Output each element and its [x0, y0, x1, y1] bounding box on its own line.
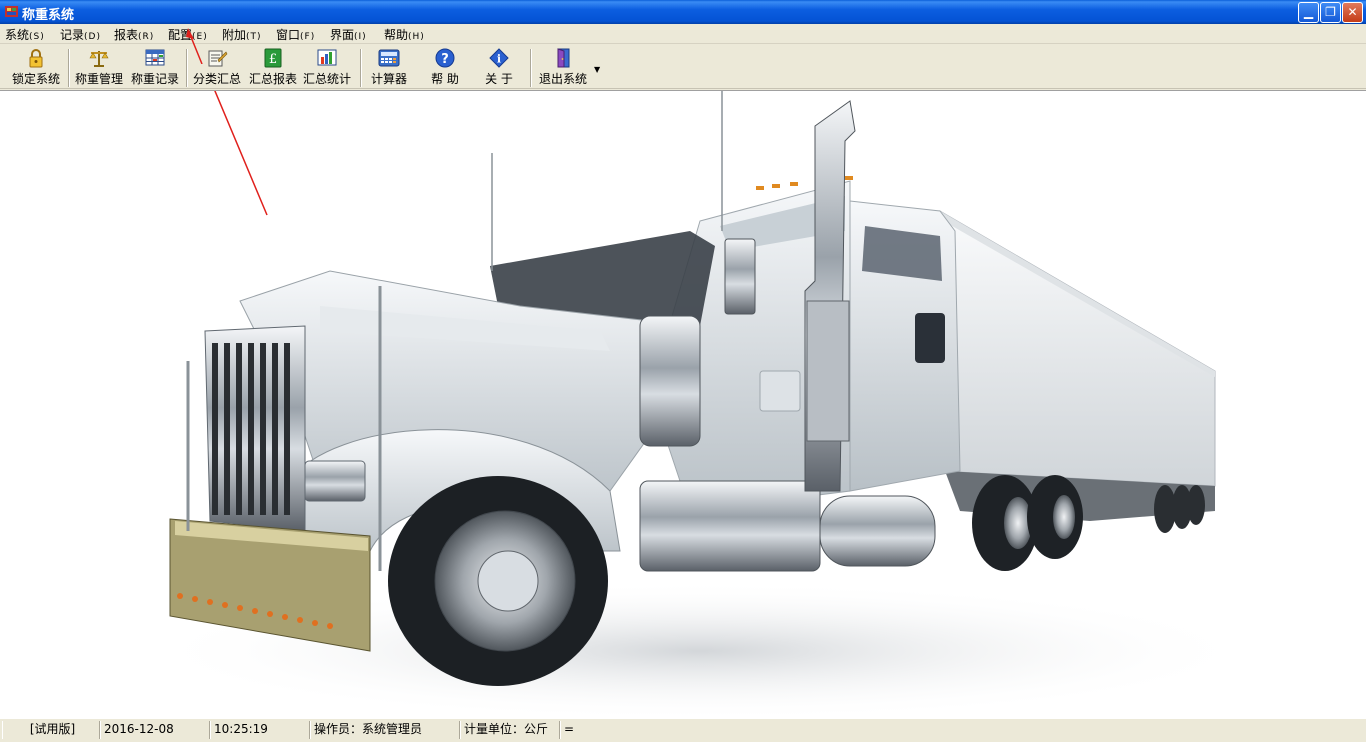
status-bar: [试用版] 2016-12-08 10:25:19 操作员：系统管理员 计量单位…	[0, 718, 1366, 742]
menu-label: 帮助	[384, 28, 409, 42]
menu-system[interactable]: 系统(S)	[5, 26, 45, 43]
menu-label: 系统	[5, 28, 30, 42]
toolbar-label: 帮 助	[431, 72, 459, 86]
calculator-icon	[378, 49, 400, 67]
status-unit: 计量单位：公斤	[460, 721, 560, 739]
menu-label: 界面	[330, 28, 355, 42]
toolbar-label: 汇总统计	[302, 72, 351, 86]
toolbar-label: 称重记录	[130, 72, 179, 86]
window-title: 称重系统	[22, 8, 75, 23]
menu-accel: (S)	[29, 32, 45, 42]
app-icon	[5, 6, 18, 17]
menu-accel: (F)	[300, 32, 316, 42]
menu-reports[interactable]: 报表(R)	[114, 26, 154, 43]
menu-accel: (T)	[246, 32, 262, 42]
toolbar-label: 分类汇总	[192, 72, 241, 86]
weighing-management-button[interactable]: 称重管理	[72, 48, 126, 88]
restore-icon: ❐	[1325, 5, 1336, 19]
minimize-button[interactable]: ▁	[1298, 2, 1319, 23]
title-bar[interactable]: 称重系统 ▁ ❐ ✕	[0, 0, 1366, 24]
lock-icon	[29, 49, 43, 68]
menu-accel: (I)	[354, 32, 367, 42]
svg-text:£: £	[269, 52, 277, 67]
pound-report-icon: £	[264, 48, 282, 68]
menu-interface[interactable]: 界面(I)	[330, 26, 367, 43]
menu-label: 附加	[222, 28, 247, 42]
info-icon: i	[489, 48, 509, 68]
toolbar-overflow-chevron-icon[interactable]: ▼	[594, 65, 600, 74]
toolbar-label: 关 于	[485, 72, 513, 86]
status-extra: =	[560, 721, 1364, 739]
close-icon: ✕	[1347, 5, 1358, 19]
lock-system-button[interactable]: 锁定系统	[8, 48, 64, 88]
truck-background-image	[140, 91, 1260, 718]
status-version: [试用版]	[2, 721, 100, 739]
main-workspace	[0, 90, 1366, 718]
close-button[interactable]: ✕	[1342, 2, 1363, 23]
toolbar-separator	[68, 49, 70, 87]
toolbar-label: 汇总报表	[248, 72, 297, 86]
status-time: 10:25:19	[210, 721, 310, 739]
svg-text:i: i	[497, 53, 501, 66]
help-icon: ?	[435, 48, 455, 68]
help-button[interactable]: ? 帮 助	[420, 48, 470, 88]
exit-system-button[interactable]: 退出系统	[536, 48, 590, 88]
summary-report-button[interactable]: £ 汇总报表	[246, 48, 300, 88]
toolbar-label: 计算器	[370, 72, 407, 86]
menu-accel: (H)	[408, 32, 425, 42]
menu-accel: (R)	[138, 32, 155, 42]
statistics-chart-icon	[317, 49, 337, 66]
scale-icon	[89, 51, 109, 67]
menu-label: 窗口	[276, 28, 301, 42]
about-button[interactable]: i 关 于	[474, 48, 524, 88]
toolbar-separator	[530, 49, 532, 87]
calculator-button[interactable]: 计算器	[364, 48, 414, 88]
menu-records[interactable]: 记录(D)	[60, 26, 101, 43]
menu-help[interactable]: 帮助(H)	[384, 26, 425, 43]
menu-label: 记录	[60, 28, 85, 42]
toolbar-label: 称重管理	[74, 72, 123, 86]
svg-text:?: ?	[441, 52, 449, 67]
toolbar-label: 退出系统	[538, 72, 587, 86]
record-grid-icon	[145, 49, 165, 66]
exit-door-icon	[557, 48, 570, 68]
app-window: 称重系统 ▁ ❐ ✕ 系统(S) 记录(D) 报表(R) 配置(E) 附加(T)…	[0, 0, 1366, 742]
restore-button[interactable]: ❐	[1320, 2, 1341, 23]
weighing-records-button[interactable]: 称重记录	[128, 48, 182, 88]
annotation-arrowhead-icon	[186, 28, 203, 64]
toolbar-separator	[360, 49, 362, 87]
menu-window[interactable]: 窗口(F)	[276, 26, 315, 43]
summary-statistics-button[interactable]: 汇总统计	[300, 48, 354, 88]
toolbar-label: 锁定系统	[11, 72, 60, 86]
menu-accel: (D)	[84, 32, 101, 42]
status-operator: 操作员：系统管理员	[310, 721, 460, 739]
menu-addons[interactable]: 附加(T)	[222, 26, 262, 43]
status-date: 2016-12-08	[100, 721, 210, 739]
minimize-icon: ▁	[1303, 5, 1314, 19]
annotation-arrow-line	[214, 91, 268, 216]
menu-label: 报表	[114, 28, 139, 42]
